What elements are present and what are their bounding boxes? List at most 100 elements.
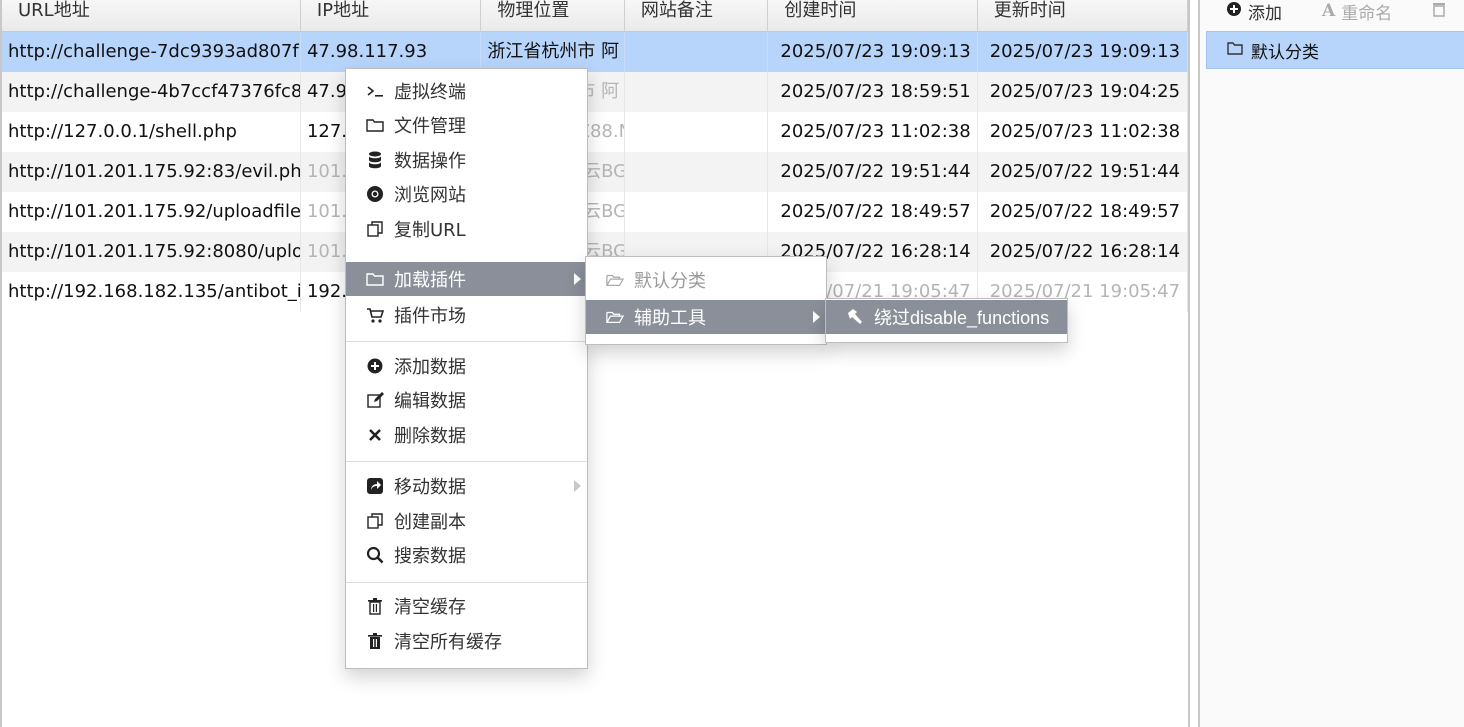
column-header-note[interactable]: 网站备注 xyxy=(625,0,769,31)
folder-open-icon xyxy=(606,308,624,326)
menu-item-delete-data[interactable]: 删除数据 xyxy=(346,418,587,452)
submenu-item-aux-tools[interactable]: 辅助工具 xyxy=(586,300,826,334)
cell-url: http://challenge-7dc9393ad807fbc xyxy=(2,32,301,72)
cell-created: 2025/07/23 18:59:51 xyxy=(768,72,978,112)
trash-icon xyxy=(1432,1,1446,22)
rename-category-button[interactable]: A 重命名 xyxy=(1322,0,1412,24)
table-row[interactable]: http://challenge-7dc9393ad807fbc 47.98.1… xyxy=(2,32,1188,72)
cell-note xyxy=(625,112,769,152)
menu-item-clear-cache[interactable]: 清空缓存 xyxy=(346,589,587,623)
folder-open-icon xyxy=(606,271,624,289)
cell-location: 浙江省杭州市 阿 xyxy=(481,32,625,72)
cell-updated: 2025/07/22 18:49:57 xyxy=(978,192,1188,232)
cell-note xyxy=(625,192,769,232)
cell-created: 2025/07/23 19:09:13 xyxy=(768,32,978,72)
cell-url: http://challenge-4b7ccf47376fc85 xyxy=(2,72,301,112)
cell-url: http://127.0.0.1/shell.php xyxy=(2,112,301,152)
table-row[interactable]: http://127.0.0.1/shell.php 127.0.0.1 本机地… xyxy=(2,112,1188,152)
menu-item-duplicate[interactable]: 创建副本 xyxy=(346,504,587,538)
submenu-item-default-category[interactable]: 默认分类 xyxy=(586,263,826,297)
menu-item-label: 创建副本 xyxy=(394,512,466,533)
menu-item-label: 编辑数据 xyxy=(394,391,466,412)
cell-note xyxy=(625,152,769,192)
cell-updated: 2025/07/23 11:02:38 xyxy=(978,112,1188,152)
column-header-ip[interactable]: IP地址 xyxy=(301,0,482,31)
submenu-arrow-icon xyxy=(813,311,820,323)
tools-submenu: 绕过disable_functions xyxy=(825,298,1068,343)
category-item-default[interactable]: 默认分类 xyxy=(1206,31,1464,69)
submenu-item-label: 辅助工具 xyxy=(634,308,706,329)
table-row[interactable]: http://101.201.175.92/uploadfiles/ 101.2… xyxy=(2,192,1188,232)
cell-url: http://192.168.182.135/antibot_in xyxy=(2,272,301,312)
category-toolbar: 添加 A 重命名 xyxy=(1200,0,1464,24)
cell-note xyxy=(625,72,769,112)
submenu-item-label: 绕过disable_functions xyxy=(874,308,1050,328)
column-header-updated[interactable]: 更新时间 xyxy=(978,0,1188,31)
category-label: 默认分类 xyxy=(1251,42,1319,63)
close-icon xyxy=(366,426,384,444)
database-icon xyxy=(366,151,384,169)
share-icon xyxy=(366,477,384,495)
cell-updated: 2025/07/22 19:51:44 xyxy=(978,152,1188,192)
font-icon: A xyxy=(1322,1,1336,21)
plugin-submenu: 默认分类 辅助工具 xyxy=(585,256,827,345)
edit-icon xyxy=(366,391,384,409)
cell-note xyxy=(625,32,769,72)
menu-item-label: 浏览网站 xyxy=(394,185,466,206)
menu-divider xyxy=(346,582,587,583)
menu-item-copy-url[interactable]: 复制URL xyxy=(346,212,587,246)
menu-item-label: 清空缓存 xyxy=(394,597,466,618)
cell-ip: 47.98.117.93 xyxy=(301,32,482,72)
menu-item-add-data[interactable]: 添加数据 xyxy=(346,349,587,383)
hammer-icon xyxy=(846,308,864,326)
submenu-item-bypass-disable-functions[interactable]: 绕过disable_functions xyxy=(826,300,1067,334)
submenu-arrow-icon xyxy=(574,273,581,285)
cell-url: http://101.201.175.92:8080/uploa xyxy=(2,232,301,272)
cell-updated: 2025/07/22 16:28:14 xyxy=(978,232,1188,272)
menu-item-edit-data[interactable]: 编辑数据 xyxy=(346,383,587,417)
cell-url: http://101.201.175.92:83/evil.php xyxy=(2,152,301,192)
column-header-location[interactable]: 物理位置 xyxy=(481,0,625,31)
menu-item-label: 删除数据 xyxy=(394,426,466,447)
cell-updated: 2025/07/23 19:09:13 xyxy=(978,32,1188,72)
trash-icon xyxy=(366,632,384,650)
terminal-icon xyxy=(366,82,384,100)
cell-updated: 2025/07/23 19:04:25 xyxy=(978,72,1188,112)
add-category-label: 添加 xyxy=(1248,3,1282,24)
context-menu: 虚拟终端 文件管理 数据操作 浏览网站 复制URL 加载插件 插件市场 添加数据… xyxy=(345,68,588,669)
trash-outline-icon xyxy=(366,597,384,615)
menu-item-label: 文件管理 xyxy=(394,116,466,137)
menu-item-load-plugin[interactable]: 加载插件 xyxy=(346,262,587,296)
cell-url: http://101.201.175.92/uploadfiles/ xyxy=(2,192,301,232)
menu-item-move-data[interactable]: 移动数据 xyxy=(346,469,587,503)
table-row[interactable]: http://101.201.175.92:83/evil.php 101.20… xyxy=(2,152,1188,192)
menu-divider xyxy=(346,341,587,342)
menu-item-terminal[interactable]: 虚拟终端 xyxy=(346,74,587,108)
table-row[interactable]: http://challenge-4b7ccf47376fc85 47.98.1… xyxy=(2,72,1188,112)
column-header-created[interactable]: 创建时间 xyxy=(768,0,978,31)
cell-created: 2025/07/22 19:51:44 xyxy=(768,152,978,192)
menu-item-label: 清空所有缓存 xyxy=(394,632,502,653)
menu-item-label: 添加数据 xyxy=(394,357,466,378)
delete-category-button[interactable] xyxy=(1432,1,1464,22)
plus-circle-icon xyxy=(366,357,384,375)
search-icon xyxy=(366,546,384,564)
menu-item-search-data[interactable]: 搜索数据 xyxy=(346,538,587,572)
column-header-url[interactable]: URL地址 xyxy=(2,0,301,31)
menu-item-plugin-market[interactable]: 插件市场 xyxy=(346,298,587,332)
menu-item-clear-all-cache[interactable]: 清空所有缓存 xyxy=(346,624,587,658)
category-panel: 添加 A 重命名 默认分类 xyxy=(1198,0,1464,727)
menu-item-file-manager[interactable]: 文件管理 xyxy=(346,108,587,142)
menu-item-label: 加载插件 xyxy=(394,270,466,291)
submenu-item-label: 默认分类 xyxy=(634,271,706,292)
menu-item-browse[interactable]: 浏览网站 xyxy=(346,177,587,211)
menu-item-label: 搜索数据 xyxy=(394,546,466,567)
shell-data-grid: URL地址 IP地址 物理位置 网站备注 创建时间 更新时间 http://ch… xyxy=(0,0,1190,727)
grid-header: URL地址 IP地址 物理位置 网站备注 创建时间 更新时间 xyxy=(2,0,1188,32)
menu-item-label: 移动数据 xyxy=(394,477,466,498)
menu-item-label: 虚拟终端 xyxy=(394,82,466,103)
menu-item-label: 插件市场 xyxy=(394,306,466,327)
add-category-button[interactable]: 添加 xyxy=(1226,0,1302,24)
menu-item-database[interactable]: 数据操作 xyxy=(346,143,587,177)
copy-icon xyxy=(366,220,384,238)
